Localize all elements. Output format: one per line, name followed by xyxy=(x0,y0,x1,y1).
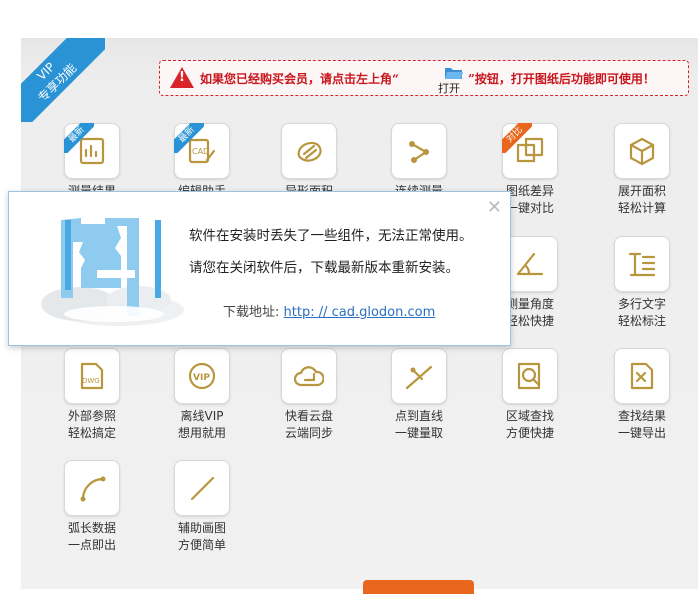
feature-label-line1: 点到直线 xyxy=(394,409,443,423)
download-label: 下载地址: xyxy=(223,305,284,320)
feature-item[interactable]: 异形面积 xyxy=(254,123,364,200)
feature-label: 辅助画图 方便简单 xyxy=(147,520,257,554)
svg-text:VIP: VIP xyxy=(193,373,210,383)
point-to-line-icon xyxy=(405,365,433,390)
feature-label: 多行文字 轻松标注 xyxy=(587,296,697,330)
dialog-message-line1: 软件在安装时丢失了一些组件，无法正常使用。 xyxy=(189,228,473,244)
feature-tile[interactable]: CAD 最新 xyxy=(174,123,230,179)
feature-label: 离线VIP 想用就用 xyxy=(147,408,257,442)
feature-item[interactable]: 最新测量结果 xyxy=(37,123,147,200)
continuous-measure-icon xyxy=(409,141,429,163)
feature-label-line2: 云端同步 xyxy=(284,426,333,440)
export-result-icon xyxy=(630,362,654,390)
dwg-reference-icon: DWG xyxy=(80,362,104,390)
feature-item[interactable]: CAD最新编辑助手 xyxy=(147,123,257,200)
folder-open-icon[interactable] xyxy=(444,65,464,79)
error-dialog: ✕ 软件在安装时丢失了一些组件，无法正常使用。 请您在关闭软件后，下载最新版本重… xyxy=(8,191,511,346)
feature-label-line1: 展开面积 xyxy=(617,184,666,198)
feature-label-line1: 离线VIP xyxy=(180,409,224,423)
feature-label-line2: 轻松计算 xyxy=(617,201,666,215)
dialog-message-line2: 请您在关闭软件后，下载最新版本重新安装。 xyxy=(189,260,459,276)
feature-tile[interactable] xyxy=(391,348,447,404)
feature-tile[interactable]: DWG xyxy=(64,348,120,404)
close-icon[interactable]: ✕ xyxy=(487,197,502,218)
open-button-label[interactable]: 打开 xyxy=(438,80,460,96)
feature-item[interactable]: 辅助画图 方便简单 xyxy=(147,460,257,554)
feature-tile[interactable]: VIP xyxy=(174,348,230,404)
feature-badge: 最新 xyxy=(64,123,94,153)
unfold-area-icon xyxy=(629,137,655,166)
feature-tile[interactable] xyxy=(614,348,670,404)
badge-label: 对比 xyxy=(502,123,532,153)
download-address: 下载地址: http: // cad.glodon.com xyxy=(223,301,435,320)
feature-item[interactable]: DWG 外部参照轻松搞定 xyxy=(37,348,147,442)
feature-label-line2: 一键导出 xyxy=(617,426,666,440)
feature-label-line1: 查找结果 xyxy=(617,409,666,423)
feature-tile[interactable]: 最新 xyxy=(64,123,120,179)
irregular-area-icon xyxy=(297,141,322,162)
feature-badge: 最新 xyxy=(174,123,204,153)
feature-label: 快看云盘 云端同步 xyxy=(254,408,364,442)
feature-label: 外部参照 轻松搞定 xyxy=(37,408,147,442)
feature-tile[interactable] xyxy=(502,348,558,404)
arc-length-icon xyxy=(80,476,106,502)
notice-text-part1: 如果您已经购买会员，请点击左上角“ xyxy=(200,72,399,86)
svg-text:DWG: DWG xyxy=(82,377,100,385)
vip-corner-badge: VIP 专享功能 xyxy=(21,38,105,122)
feature-label: 展开面积 轻松计算 xyxy=(587,183,697,217)
bottom-action-button[interactable] xyxy=(363,580,474,594)
feature-item[interactable]: 连续测量 xyxy=(364,123,474,200)
feature-label-line2: 方便快捷 xyxy=(505,426,554,440)
feature-label-line1: 快看云盘 xyxy=(284,409,333,423)
badge-label: 最新 xyxy=(174,123,204,153)
feature-badge: 对比 xyxy=(502,123,532,153)
angle-measure-icon xyxy=(516,252,544,276)
feature-item[interactable]: 查找结果 一键导出 xyxy=(587,348,697,442)
offline-vip-icon: VIP xyxy=(188,362,216,390)
feature-tile[interactable] xyxy=(614,236,670,292)
feature-tile[interactable] xyxy=(64,460,120,516)
draw-assist-icon xyxy=(190,476,215,501)
feature-label-line1: 多行文字 xyxy=(617,297,666,311)
feature-label-line1: 外部参照 xyxy=(67,409,116,423)
feature-label-line2: 轻松标注 xyxy=(617,314,666,328)
member-notice-banner: ! 如果您已经购买会员，请点击左上角“ 打开 ”按钮，打开图纸后功能即可使用！ xyxy=(159,60,689,96)
feature-label: 查找结果 一键导出 xyxy=(587,408,697,442)
feature-label: 弧长数据 一点即出 xyxy=(37,520,147,554)
feature-label-line1: 弧长数据 xyxy=(67,521,116,535)
feature-tile[interactable] xyxy=(281,123,337,179)
feature-label-line2: 方便简单 xyxy=(177,538,226,552)
feature-label-line2: 一点即出 xyxy=(67,538,116,552)
feature-item[interactable]: 多行文字 轻松标注 xyxy=(587,236,697,330)
feature-label-line2: 一键量取 xyxy=(394,426,443,440)
feature-item[interactable]: VIP 离线VIP 想用就用 xyxy=(147,348,257,442)
feature-tile[interactable] xyxy=(391,123,447,179)
cloud-sync-icon xyxy=(294,366,324,387)
feature-item[interactable]: 区域查找 方便快捷 xyxy=(475,348,585,442)
multiline-text-icon xyxy=(628,252,656,277)
notice-text-part2: ”按钮，打开图纸后功能即可使用！ xyxy=(468,72,655,86)
area-search-icon xyxy=(517,362,541,390)
feature-label-line2: 想用就用 xyxy=(177,426,226,440)
feature-item[interactable]: 弧长数据 一点即出 xyxy=(37,460,147,554)
feature-item[interactable]: 展开面积 轻松计算 xyxy=(587,123,697,217)
broken-install-illustration xyxy=(41,218,184,326)
feature-label-line1: 区域查找 xyxy=(505,409,554,423)
feature-item[interactable]: 快看云盘 云端同步 xyxy=(254,348,364,442)
feature-tile[interactable] xyxy=(614,123,670,179)
feature-label: 点到直线 一键量取 xyxy=(364,408,474,442)
feature-tile[interactable] xyxy=(174,460,230,516)
download-link[interactable]: http: // cad.glodon.com xyxy=(284,305,436,320)
feature-tile[interactable] xyxy=(281,348,337,404)
feature-item[interactable]: 点到直线 一键量取 xyxy=(364,348,474,442)
feature-tile[interactable]: 对比 xyxy=(502,123,558,179)
badge-label: 最新 xyxy=(64,123,94,153)
feature-label-line2: 轻松搞定 xyxy=(67,426,116,440)
feature-label: 区域查找 方便快捷 xyxy=(475,408,585,442)
feature-label-line1: 辅助画图 xyxy=(177,521,226,535)
